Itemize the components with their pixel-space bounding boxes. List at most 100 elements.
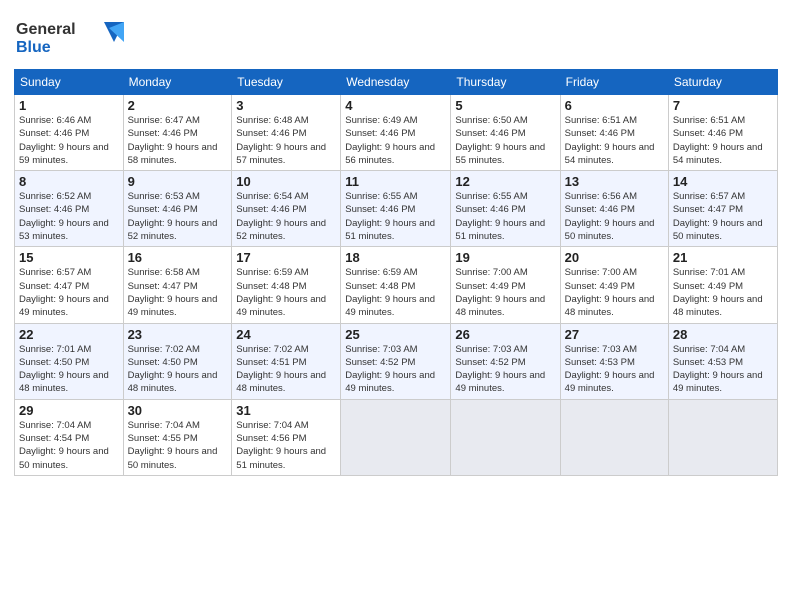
weekday-header-monday: Monday bbox=[123, 70, 232, 95]
svg-text:General: General bbox=[16, 21, 76, 38]
weekday-header-friday: Friday bbox=[560, 70, 668, 95]
calendar-cell: 4Sunrise: 6:49 AMSunset: 4:46 PMDaylight… bbox=[341, 95, 451, 171]
calendar-cell: 15Sunrise: 6:57 AMSunset: 4:47 PMDayligh… bbox=[15, 247, 124, 323]
calendar-cell: 17Sunrise: 6:59 AMSunset: 4:48 PMDayligh… bbox=[232, 247, 341, 323]
day-detail: Sunrise: 6:48 AMSunset: 4:46 PMDaylight:… bbox=[236, 114, 336, 167]
day-detail: Sunrise: 6:51 AMSunset: 4:46 PMDaylight:… bbox=[565, 114, 664, 167]
calendar-cell: 7Sunrise: 6:51 AMSunset: 4:46 PMDaylight… bbox=[668, 95, 777, 171]
day-detail: Sunrise: 6:59 AMSunset: 4:48 PMDaylight:… bbox=[236, 266, 336, 319]
day-number: 12 bbox=[455, 174, 555, 189]
day-number: 20 bbox=[565, 250, 664, 265]
day-number: 2 bbox=[128, 98, 228, 113]
day-number: 17 bbox=[236, 250, 336, 265]
day-detail: Sunrise: 6:46 AMSunset: 4:46 PMDaylight:… bbox=[19, 114, 119, 167]
day-detail: Sunrise: 6:51 AMSunset: 4:46 PMDaylight:… bbox=[673, 114, 773, 167]
calendar-cell: 6Sunrise: 6:51 AMSunset: 4:46 PMDaylight… bbox=[560, 95, 668, 171]
day-detail: Sunrise: 6:57 AMSunset: 4:47 PMDaylight:… bbox=[19, 266, 119, 319]
day-detail: Sunrise: 7:04 AMSunset: 4:56 PMDaylight:… bbox=[236, 419, 336, 472]
day-number: 16 bbox=[128, 250, 228, 265]
day-detail: Sunrise: 7:02 AMSunset: 4:50 PMDaylight:… bbox=[128, 343, 228, 396]
weekday-header-wednesday: Wednesday bbox=[341, 70, 451, 95]
day-detail: Sunrise: 7:03 AMSunset: 4:52 PMDaylight:… bbox=[455, 343, 555, 396]
calendar-cell bbox=[341, 399, 451, 475]
calendar-cell: 22Sunrise: 7:01 AMSunset: 4:50 PMDayligh… bbox=[15, 323, 124, 399]
day-number: 8 bbox=[19, 174, 119, 189]
logo: General Blue bbox=[14, 14, 124, 61]
calendar-cell: 21Sunrise: 7:01 AMSunset: 4:49 PMDayligh… bbox=[668, 247, 777, 323]
day-detail: Sunrise: 6:53 AMSunset: 4:46 PMDaylight:… bbox=[128, 190, 228, 243]
day-number: 25 bbox=[345, 327, 446, 342]
day-detail: Sunrise: 6:56 AMSunset: 4:46 PMDaylight:… bbox=[565, 190, 664, 243]
day-number: 28 bbox=[673, 327, 773, 342]
day-detail: Sunrise: 6:57 AMSunset: 4:47 PMDaylight:… bbox=[673, 190, 773, 243]
calendar-cell: 27Sunrise: 7:03 AMSunset: 4:53 PMDayligh… bbox=[560, 323, 668, 399]
day-number: 18 bbox=[345, 250, 446, 265]
day-number: 29 bbox=[19, 403, 119, 418]
day-number: 6 bbox=[565, 98, 664, 113]
day-detail: Sunrise: 6:54 AMSunset: 4:46 PMDaylight:… bbox=[236, 190, 336, 243]
calendar-cell: 14Sunrise: 6:57 AMSunset: 4:47 PMDayligh… bbox=[668, 171, 777, 247]
day-number: 21 bbox=[673, 250, 773, 265]
day-number: 7 bbox=[673, 98, 773, 113]
day-number: 1 bbox=[19, 98, 119, 113]
weekday-header-saturday: Saturday bbox=[668, 70, 777, 95]
svg-text:Blue: Blue bbox=[16, 39, 51, 56]
day-number: 30 bbox=[128, 403, 228, 418]
day-number: 24 bbox=[236, 327, 336, 342]
day-number: 10 bbox=[236, 174, 336, 189]
day-detail: Sunrise: 6:50 AMSunset: 4:46 PMDaylight:… bbox=[455, 114, 555, 167]
calendar-cell: 12Sunrise: 6:55 AMSunset: 4:46 PMDayligh… bbox=[451, 171, 560, 247]
calendar-cell: 31Sunrise: 7:04 AMSunset: 4:56 PMDayligh… bbox=[232, 399, 341, 475]
calendar-cell bbox=[560, 399, 668, 475]
day-number: 26 bbox=[455, 327, 555, 342]
day-detail: Sunrise: 6:55 AMSunset: 4:46 PMDaylight:… bbox=[345, 190, 446, 243]
calendar-cell: 1Sunrise: 6:46 AMSunset: 4:46 PMDaylight… bbox=[15, 95, 124, 171]
calendar-cell: 26Sunrise: 7:03 AMSunset: 4:52 PMDayligh… bbox=[451, 323, 560, 399]
logo-text: General Blue bbox=[14, 14, 124, 61]
calendar-cell: 13Sunrise: 6:56 AMSunset: 4:46 PMDayligh… bbox=[560, 171, 668, 247]
calendar-cell bbox=[668, 399, 777, 475]
day-number: 14 bbox=[673, 174, 773, 189]
day-detail: Sunrise: 7:01 AMSunset: 4:50 PMDaylight:… bbox=[19, 343, 119, 396]
day-detail: Sunrise: 7:03 AMSunset: 4:53 PMDaylight:… bbox=[565, 343, 664, 396]
calendar-cell: 23Sunrise: 7:02 AMSunset: 4:50 PMDayligh… bbox=[123, 323, 232, 399]
day-number: 15 bbox=[19, 250, 119, 265]
day-detail: Sunrise: 6:55 AMSunset: 4:46 PMDaylight:… bbox=[455, 190, 555, 243]
day-detail: Sunrise: 6:47 AMSunset: 4:46 PMDaylight:… bbox=[128, 114, 228, 167]
day-number: 4 bbox=[345, 98, 446, 113]
calendar-cell bbox=[451, 399, 560, 475]
day-detail: Sunrise: 6:59 AMSunset: 4:48 PMDaylight:… bbox=[345, 266, 446, 319]
weekday-header-thursday: Thursday bbox=[451, 70, 560, 95]
calendar-cell: 16Sunrise: 6:58 AMSunset: 4:47 PMDayligh… bbox=[123, 247, 232, 323]
day-detail: Sunrise: 7:04 AMSunset: 4:54 PMDaylight:… bbox=[19, 419, 119, 472]
calendar-cell: 11Sunrise: 6:55 AMSunset: 4:46 PMDayligh… bbox=[341, 171, 451, 247]
day-detail: Sunrise: 7:04 AMSunset: 4:53 PMDaylight:… bbox=[673, 343, 773, 396]
day-detail: Sunrise: 6:58 AMSunset: 4:47 PMDaylight:… bbox=[128, 266, 228, 319]
day-detail: Sunrise: 7:00 AMSunset: 4:49 PMDaylight:… bbox=[455, 266, 555, 319]
day-number: 27 bbox=[565, 327, 664, 342]
calendar-cell: 19Sunrise: 7:00 AMSunset: 4:49 PMDayligh… bbox=[451, 247, 560, 323]
calendar-cell: 10Sunrise: 6:54 AMSunset: 4:46 PMDayligh… bbox=[232, 171, 341, 247]
day-number: 23 bbox=[128, 327, 228, 342]
calendar-cell: 18Sunrise: 6:59 AMSunset: 4:48 PMDayligh… bbox=[341, 247, 451, 323]
day-detail: Sunrise: 7:02 AMSunset: 4:51 PMDaylight:… bbox=[236, 343, 336, 396]
day-detail: Sunrise: 7:00 AMSunset: 4:49 PMDaylight:… bbox=[565, 266, 664, 319]
day-number: 13 bbox=[565, 174, 664, 189]
calendar-cell: 8Sunrise: 6:52 AMSunset: 4:46 PMDaylight… bbox=[15, 171, 124, 247]
day-number: 19 bbox=[455, 250, 555, 265]
calendar-cell: 28Sunrise: 7:04 AMSunset: 4:53 PMDayligh… bbox=[668, 323, 777, 399]
day-number: 31 bbox=[236, 403, 336, 418]
calendar-cell: 25Sunrise: 7:03 AMSunset: 4:52 PMDayligh… bbox=[341, 323, 451, 399]
header: General Blue bbox=[14, 10, 778, 61]
calendar-cell: 5Sunrise: 6:50 AMSunset: 4:46 PMDaylight… bbox=[451, 95, 560, 171]
calendar-cell: 3Sunrise: 6:48 AMSunset: 4:46 PMDaylight… bbox=[232, 95, 341, 171]
calendar-cell: 24Sunrise: 7:02 AMSunset: 4:51 PMDayligh… bbox=[232, 323, 341, 399]
calendar-cell: 20Sunrise: 7:00 AMSunset: 4:49 PMDayligh… bbox=[560, 247, 668, 323]
calendar-cell: 30Sunrise: 7:04 AMSunset: 4:55 PMDayligh… bbox=[123, 399, 232, 475]
calendar-cell: 2Sunrise: 6:47 AMSunset: 4:46 PMDaylight… bbox=[123, 95, 232, 171]
day-number: 11 bbox=[345, 174, 446, 189]
day-number: 5 bbox=[455, 98, 555, 113]
day-number: 22 bbox=[19, 327, 119, 342]
weekday-header-sunday: Sunday bbox=[15, 70, 124, 95]
calendar-cell: 9Sunrise: 6:53 AMSunset: 4:46 PMDaylight… bbox=[123, 171, 232, 247]
